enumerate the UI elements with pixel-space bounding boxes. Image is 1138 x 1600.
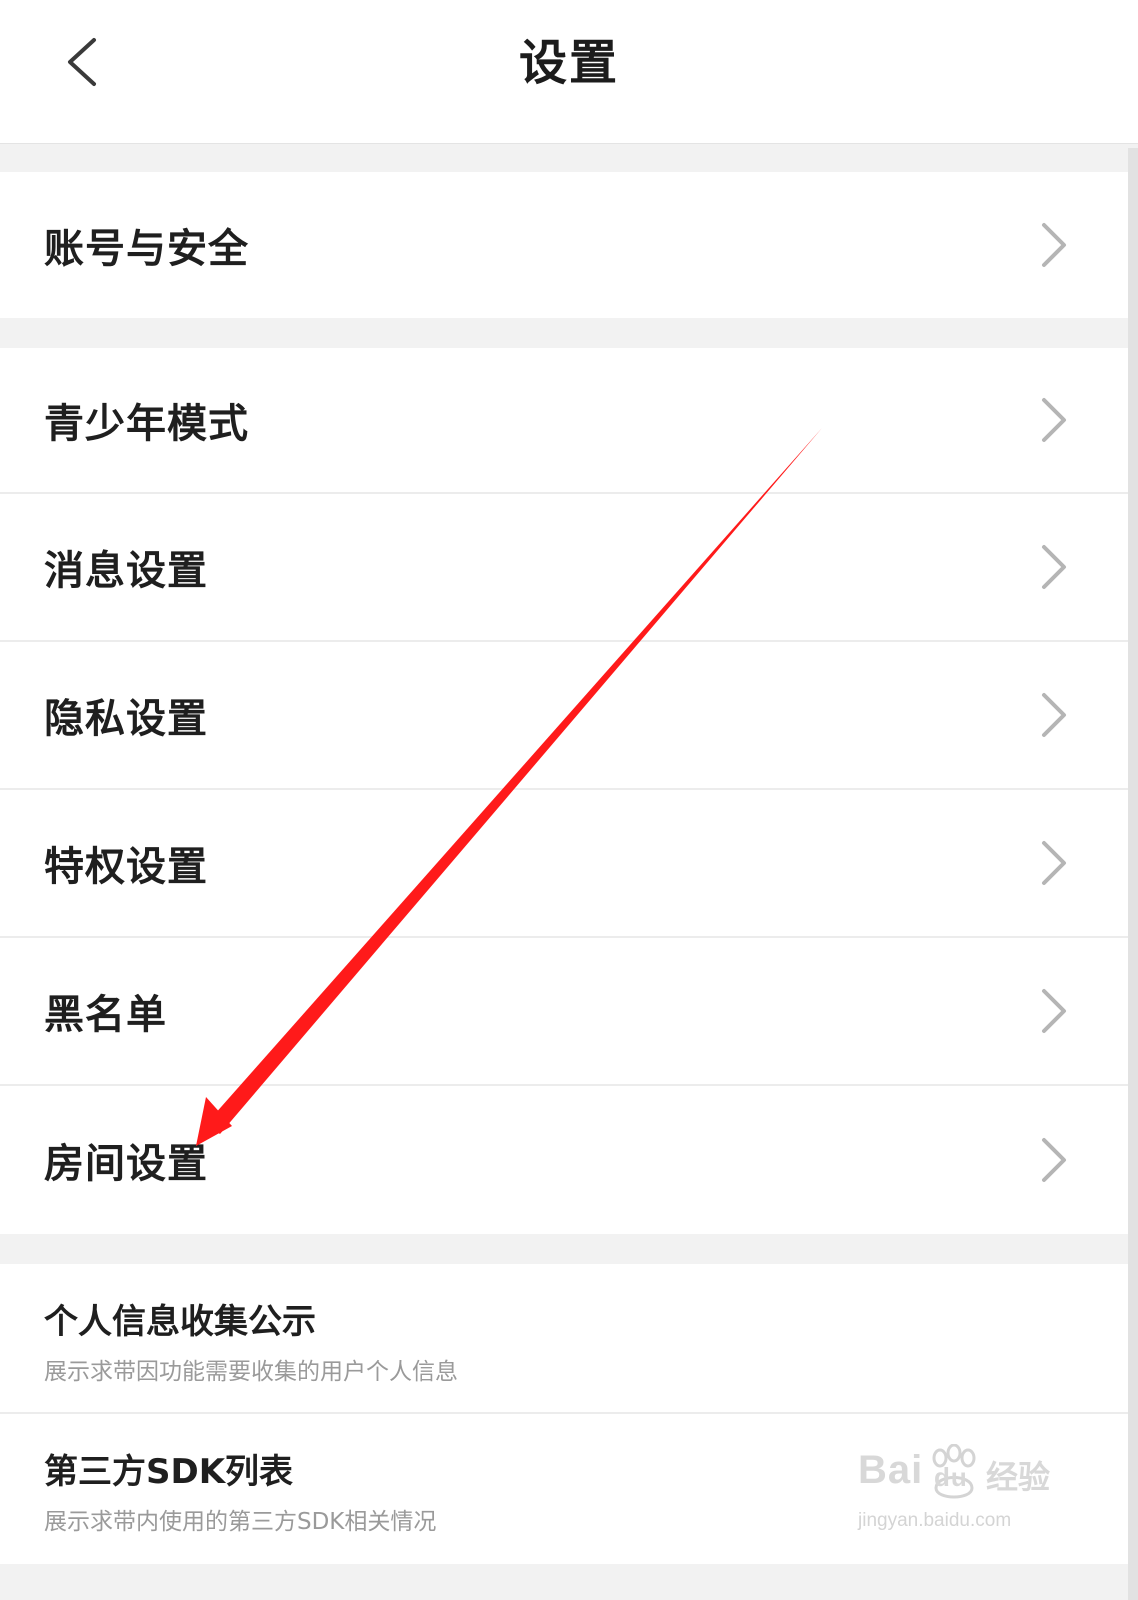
settings-item-room[interactable]: 房间设置 — [0, 1086, 1128, 1234]
watermark-brand: 经验 — [986, 1458, 1051, 1496]
settings-group-account: 账号与安全 — [0, 172, 1128, 318]
settings-item-label: 第三方SDK列表 — [44, 1452, 294, 1492]
settings-item-message[interactable]: 消息设置 — [0, 494, 1128, 642]
chevron-right-icon — [1038, 987, 1068, 1035]
app-header: 设置 — [0, 0, 1138, 144]
watermark-logo-text-left: Bai — [858, 1448, 924, 1492]
settings-item-description: 展示求带因功能需要收集的用户个人信息 — [44, 1359, 458, 1385]
watermark-logo-text-right: du — [934, 1462, 968, 1492]
settings-item-label: 账号与安全 — [44, 226, 249, 272]
chevron-right-icon — [1038, 839, 1068, 887]
settings-item-blacklist[interactable]: 黑名单 — [0, 938, 1128, 1086]
settings-item-privilege[interactable]: 特权设置 — [0, 790, 1128, 938]
chevron-right-icon — [1038, 1136, 1068, 1184]
baidu-watermark: Bai du 经验 jingyan.baidu.com — [858, 1443, 1058, 1548]
settings-item-label: 青少年模式 — [44, 401, 249, 447]
settings-item-label: 消息设置 — [44, 548, 208, 594]
settings-item-label: 特权设置 — [44, 844, 208, 890]
chevron-right-icon — [1038, 691, 1068, 739]
chevron-right-icon — [1038, 396, 1068, 444]
scroll-track — [1128, 148, 1138, 1600]
watermark-url: jingyan.baidu.com — [858, 1510, 1012, 1531]
settings-item-privacy[interactable]: 隐私设置 — [0, 642, 1128, 790]
settings-item-label: 隐私设置 — [44, 696, 208, 742]
chevron-right-icon — [1038, 221, 1068, 269]
settings-item-label: 房间设置 — [44, 1141, 208, 1187]
settings-item-label: 个人信息收集公示 — [44, 1302, 316, 1342]
settings-item-account-security[interactable]: 账号与安全 — [0, 172, 1128, 318]
chevron-right-icon — [1038, 543, 1068, 591]
settings-item-personal-info[interactable]: 个人信息收集公示 展示求带因功能需要收集的用户个人信息 — [0, 1264, 1128, 1414]
page-title: 设置 — [518, 35, 619, 91]
settings-item-description: 展示求带内使用的第三方SDK相关情况 — [44, 1509, 437, 1535]
settings-item-teen-mode[interactable]: 青少年模式 — [0, 348, 1128, 494]
settings-item-label: 黑名单 — [44, 992, 167, 1038]
settings-group-main: 青少年模式 消息设置 隐私设置 特权设置 黑名单 房间设置 — [0, 348, 1128, 1234]
